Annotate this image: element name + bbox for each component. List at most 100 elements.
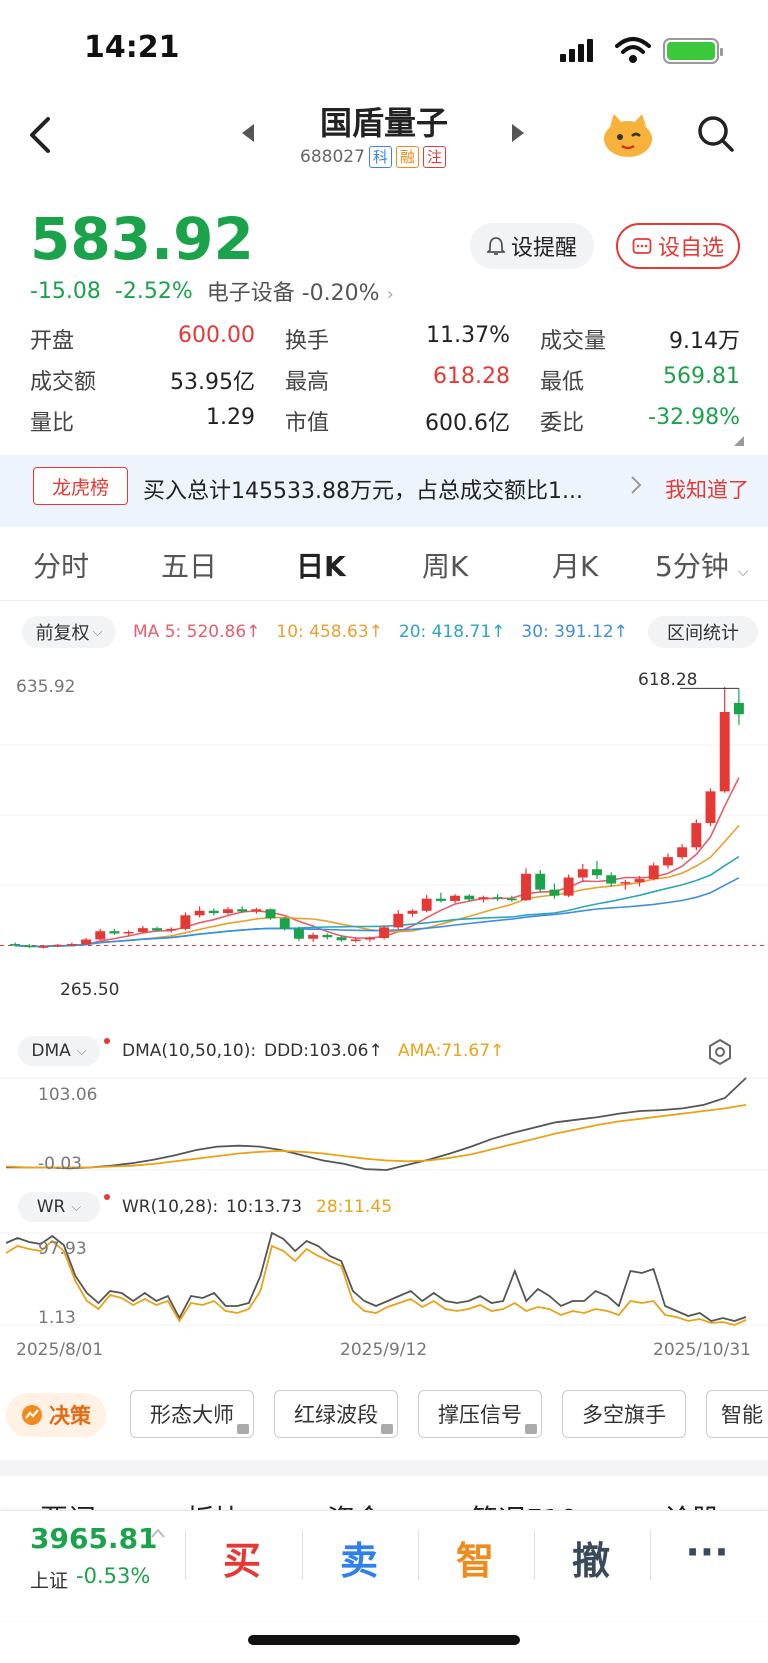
candle [208, 908, 219, 916]
dragon-tiger-badge: 龙虎榜 [33, 467, 128, 505]
bell-icon [486, 237, 505, 255]
price-change-row: -15.08 -2.52% 电子设备 -0.20% › [30, 275, 394, 307]
candle-body [421, 898, 432, 911]
cancel-order-button[interactable]: 撤 [536, 1530, 646, 1585]
series-line-10 [5, 1231, 747, 1322]
candle-body [592, 869, 602, 876]
candle-body [691, 823, 702, 848]
stat-value: 9.14万 [669, 328, 740, 354]
wr-chart[interactable] [0, 1225, 768, 1335]
decision-button[interactable]: 决策 [6, 1393, 106, 1437]
low-marker-label: 265.50 [60, 980, 120, 1000]
smart-button[interactable]: 智 [420, 1530, 530, 1585]
candle-body [521, 873, 531, 901]
candle-body [464, 895, 475, 900]
wr-axis-bottom: 1.13 [38, 1308, 76, 1328]
tab-five-minute[interactable]: 5分钟 ⌵ [655, 545, 748, 585]
candle-body [10, 944, 21, 946]
tool-red-green-wave[interactable]: 红绿波段 [274, 1390, 398, 1438]
chevron-down-icon: ⌵ [737, 564, 749, 580]
divider [302, 1530, 303, 1580]
candle-body [492, 897, 503, 899]
adjust-label: 前复权 [35, 623, 90, 644]
series-line-28 [5, 1239, 747, 1326]
stat-label: 最高 [285, 369, 330, 395]
dma-ddd-value: DDD:103.06↑ [264, 1041, 383, 1061]
tool-support-pressure[interactable]: 撑压信号 [418, 1390, 542, 1438]
candle [180, 912, 191, 931]
candle [251, 907, 262, 914]
stat-value: 1.29 [206, 404, 255, 430]
battery-icon [663, 38, 723, 64]
index-value[interactable]: 3965.81 [30, 1522, 158, 1555]
tool-bull-bear-flag[interactable]: 多空旗手 [562, 1390, 686, 1438]
candle-body [379, 927, 390, 938]
buy-button[interactable]: 买 [187, 1530, 297, 1585]
news-text[interactable]: 买入总计145533.88万元，占总成交额比1... [143, 473, 583, 505]
range-stats-button[interactable]: 区间统计 [648, 616, 758, 648]
decision-label: 决策 [49, 1404, 91, 1428]
add-watchlist-button[interactable]: 设自选 [616, 223, 740, 269]
wr-axis-top: 97.93 [38, 1239, 87, 1259]
expand-corner-icon[interactable] [734, 436, 744, 446]
new-dot [104, 1194, 110, 1200]
index-name: 上证 [30, 1570, 69, 1592]
tool-pattern-master[interactable]: 形态大师 [130, 1390, 254, 1438]
settings-icon[interactable] [706, 1038, 734, 1066]
candle [279, 916, 290, 931]
stat-label: 最低 [540, 369, 585, 395]
ma5-value: MA 5: 520.86↑ [133, 622, 261, 642]
candlestick-chart[interactable] [0, 655, 768, 1005]
candle-body [208, 910, 219, 914]
tab-five-day[interactable]: 五日 [161, 545, 217, 585]
add-watchlist-label: 设自选 [657, 236, 724, 261]
tab-weekly-k[interactable]: 周K [422, 545, 468, 585]
tab-daily-k[interactable]: 日K [296, 545, 346, 585]
candle-body [152, 928, 162, 931]
tab-intraday[interactable]: 分时 [33, 545, 89, 585]
candle-body [719, 711, 730, 792]
candle-body [279, 918, 290, 929]
candle-body [733, 702, 744, 715]
wr-indicator-dropdown[interactable]: WR ⌵ [18, 1192, 100, 1222]
ma30-value: 30: 391.12↑ [521, 622, 628, 642]
candle-body [194, 910, 205, 916]
dma-indicator-dropdown[interactable]: DMA ⌵ [18, 1036, 100, 1066]
sector-link[interactable]: 电子设备 -0.20% › [207, 275, 394, 307]
tab-monthly-k[interactable]: 月K [552, 545, 598, 585]
sector-text: 电子设备 -0.20% [206, 281, 380, 306]
candle [662, 853, 673, 869]
tool-label: 形态大师 [150, 1403, 234, 1427]
mascot-icon[interactable] [602, 112, 654, 158]
tool-label: 撑压信号 [438, 1403, 522, 1427]
more-button[interactable]: ··· [652, 1530, 762, 1574]
dma-chart[interactable] [0, 1070, 768, 1180]
next-stock-icon[interactable] [510, 122, 526, 144]
search-icon[interactable] [697, 115, 735, 153]
stat-label: 市值 [285, 410, 330, 436]
candle [648, 862, 659, 881]
tag-margin: 融 [395, 146, 419, 168]
candle [691, 819, 702, 851]
candle-body [109, 931, 120, 934]
quote-stats: 开盘 600.00 换手 11.37% 成交量 9.14万 成交额 53.95亿 最高 6… [30, 318, 740, 441]
set-alert-label: 设提醒 [510, 236, 577, 261]
candle-body [265, 909, 276, 919]
candle [705, 788, 716, 827]
candle [549, 883, 560, 899]
candle-body [223, 909, 233, 914]
stats-row: 量比 1.29 市值 600.6亿 委比 -32.98% [30, 400, 740, 441]
set-alert-button[interactable]: 设提醒 [470, 223, 594, 269]
adjust-dropdown[interactable]: 前复权 ⌵ [22, 616, 116, 648]
stats-row: 开盘 600.00 换手 11.37% 成交量 9.14万 [30, 318, 740, 359]
new-dot [104, 1038, 110, 1044]
dismiss-news-button[interactable]: 我知道了 [665, 474, 749, 504]
chevron-up-icon[interactable] [150, 1528, 166, 1538]
candle-body [237, 909, 248, 912]
candle [308, 932, 319, 942]
tool-smart[interactable]: 智能 [706, 1390, 768, 1438]
ma20-value: 20: 418.71↑ [398, 622, 506, 642]
candle [166, 927, 177, 933]
sell-button[interactable]: 卖 [304, 1530, 414, 1585]
chevron-right-icon[interactable] [630, 475, 642, 495]
